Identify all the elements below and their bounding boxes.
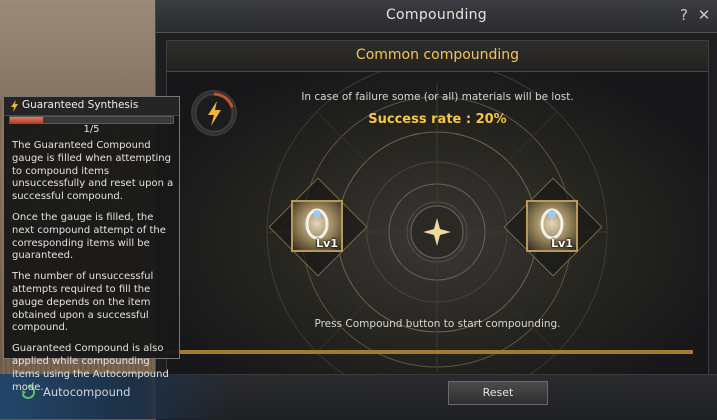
window-title: Compounding bbox=[385, 7, 487, 23]
guaranteed-gauge-fill bbox=[10, 117, 43, 123]
panel-title: Common compounding bbox=[355, 47, 520, 63]
tooltip-title: Guaranteed Synthesis bbox=[22, 99, 139, 111]
failure-warning-text: In case of failure some (or all) materia… bbox=[301, 91, 574, 103]
tooltip-body: The Guaranteed Compound gauge is filled … bbox=[12, 140, 174, 402]
window-footer bbox=[156, 374, 717, 420]
help-button[interactable]: ? bbox=[675, 5, 693, 25]
item-level-label: Lv1 bbox=[316, 237, 338, 250]
tooltip-header: Guaranteed Synthesis bbox=[4, 97, 179, 116]
window-titlebar: Compounding ? ✕ bbox=[156, 0, 717, 33]
tooltip-paragraph: The number of unsuccessful attempts requ… bbox=[12, 271, 154, 334]
guaranteed-synthesis-tooltip: Guaranteed Synthesis 1/5 The Guaranteed … bbox=[3, 96, 180, 393]
guaranteed-gauge-lightning-icon[interactable] bbox=[190, 89, 238, 137]
compounding-window: Compounding ? ✕ Common compounding In ca… bbox=[155, 0, 717, 420]
reset-button[interactable]: Reset bbox=[448, 381, 548, 405]
guaranteed-gauge-count: 1/5 bbox=[83, 124, 100, 135]
material-item-right[interactable]: Lv1 bbox=[526, 200, 578, 252]
tooltip-paragraph: Guaranteed Compound is also applied whil… bbox=[12, 343, 169, 393]
material-slot-right: Lv1 bbox=[503, 177, 603, 277]
item-level-label: Lv1 bbox=[551, 237, 573, 250]
material-item-left[interactable]: Lv1 bbox=[291, 200, 343, 252]
tooltip-paragraph: Once the gauge is filled, the next compo… bbox=[12, 211, 166, 262]
panel-header: Common compounding bbox=[167, 41, 708, 72]
compounding-panel: Common compounding In case of failure so… bbox=[166, 40, 709, 376]
close-button[interactable]: ✕ bbox=[695, 5, 713, 25]
material-slot-left: Lv1 bbox=[268, 177, 368, 277]
success-rate-text: Success rate : 20% bbox=[368, 112, 507, 127]
lightning-icon bbox=[11, 100, 18, 112]
compound-progress-bar bbox=[166, 350, 693, 354]
compounding-stage: In case of failure some (or all) materia… bbox=[167, 72, 708, 375]
stone-wall-background bbox=[0, 0, 165, 100]
guaranteed-gauge-bar bbox=[9, 116, 174, 124]
instruction-text: Press Compound button to start compoundi… bbox=[314, 318, 561, 330]
tooltip-paragraph: The Guaranteed Compound gauge is filled … bbox=[12, 140, 174, 203]
